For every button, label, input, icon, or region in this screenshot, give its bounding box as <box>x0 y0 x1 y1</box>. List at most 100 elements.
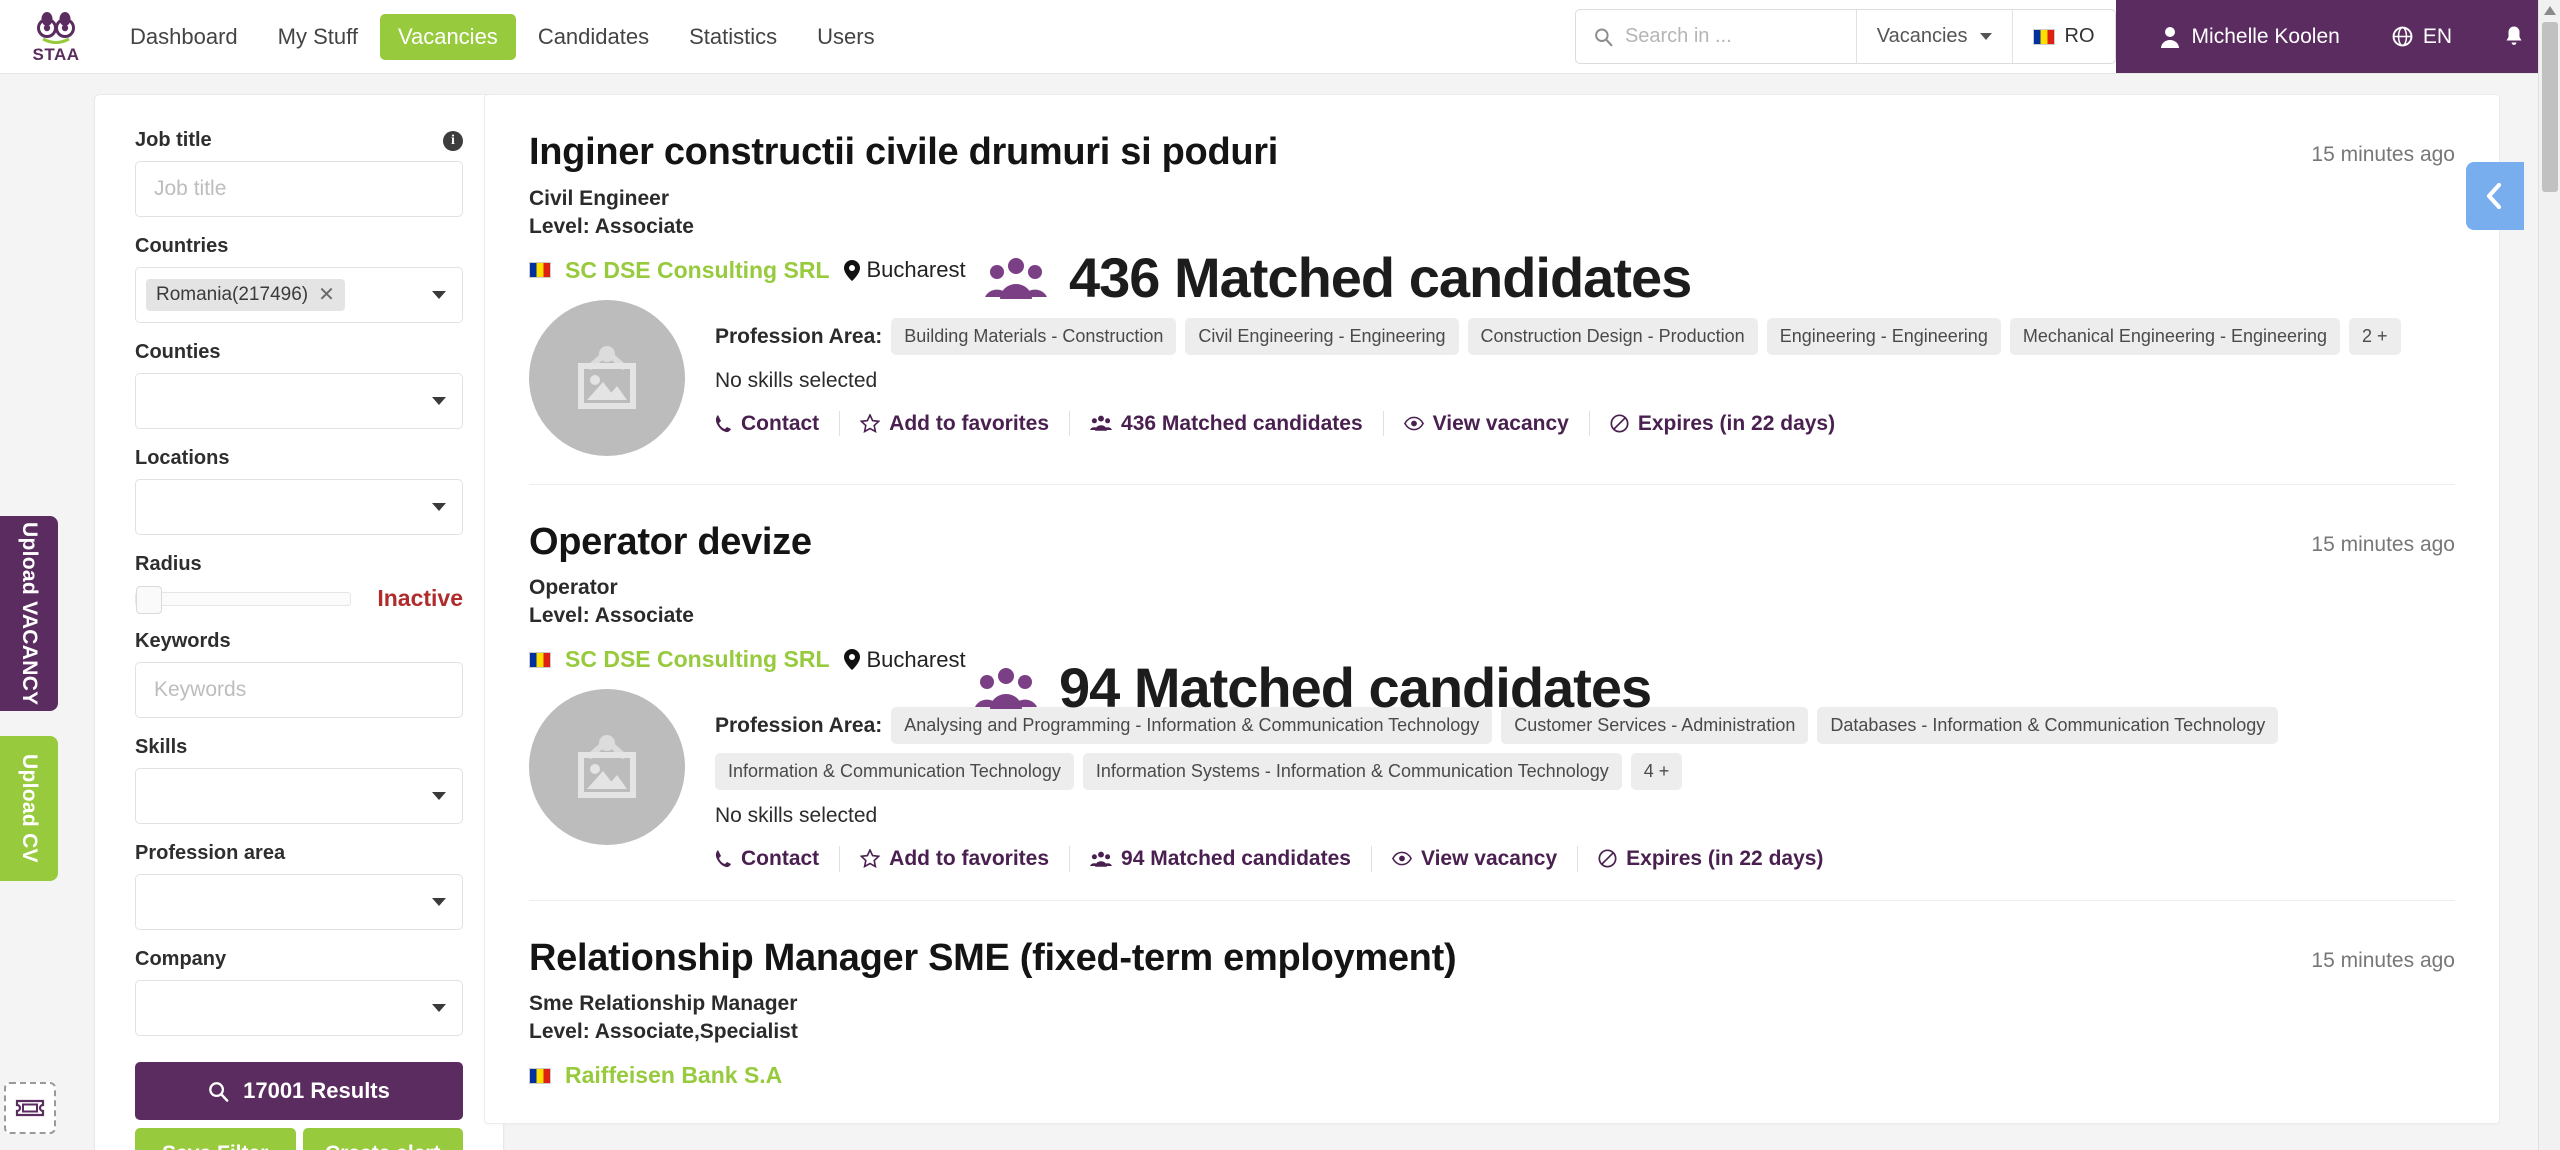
countries-select[interactable]: Romania(217496) ✕ <box>135 267 463 323</box>
profession-area-more-tag[interactable]: 2 + <box>2349 317 2401 355</box>
nav-item-vacancies[interactable]: Vacancies <box>379 13 516 60</box>
expires-action[interactable]: Expires (in 22 days) <box>1578 846 1843 871</box>
remove-country-token-icon[interactable]: ✕ <box>318 285 335 305</box>
search-box <box>1576 10 1856 63</box>
create-alert-button[interactable]: Create alert <box>302 1128 463 1150</box>
filter-counties: Counties <box>135 341 463 429</box>
company-select[interactable] <box>135 980 463 1036</box>
vacancy-location-label: Bucharest <box>866 646 966 672</box>
vacancy-timestamp: 15 minutes ago <box>2311 948 2455 972</box>
info-icon[interactable]: i <box>443 130 463 151</box>
vacancy-title[interactable]: Inginer constructii civile drumuri si po… <box>529 131 1278 175</box>
job-title-input[interactable] <box>135 161 463 217</box>
profession-area-select[interactable] <box>135 874 463 930</box>
vacancy-location: Bucharest <box>843 646 966 673</box>
contact-action[interactable]: Contact <box>715 846 841 872</box>
skills-select[interactable] <box>135 768 463 824</box>
upload-vacancy-tab[interactable]: Upload VACANCY <box>0 516 58 711</box>
language-selector[interactable]: EN <box>2392 25 2452 49</box>
matched-candidates-action[interactable]: 436 Matched candidates <box>1070 410 1384 436</box>
vacancy-company[interactable]: SC DSE Consulting SRL <box>565 646 830 673</box>
profession-area-tag[interactable]: Information & Communication Technology <box>715 753 1074 791</box>
company-label: Company <box>135 948 227 970</box>
upload-cv-tab[interactable]: Upload CV <box>0 736 58 881</box>
profession-area-tag[interactable]: Mechanical Engineering - Engineering <box>2009 317 2341 355</box>
user-menu[interactable]: Michelle Koolen <box>2160 25 2340 49</box>
search-input[interactable] <box>1624 25 1838 48</box>
nav-item-statistics[interactable]: Statistics <box>671 14 795 60</box>
vacancy-card[interactable]: Operator devize Operator Level: Associat… <box>529 485 2455 901</box>
contact-action[interactable]: Contact <box>715 410 841 436</box>
vacancy-card[interactable]: Inginer constructii civile drumuri si po… <box>529 95 2455 485</box>
page-body: Upload VACANCY Upload CV Job title i Cou… <box>0 74 2560 1150</box>
profession-area-tag[interactable]: Databases - Information & Communication … <box>1817 707 2279 745</box>
profession-area-tag[interactable]: Building Materials - Construction <box>891 317 1177 355</box>
view-vacancy-action-label: View vacancy <box>1420 847 1558 871</box>
phone-icon <box>715 414 731 432</box>
vacancy-company[interactable]: SC DSE Consulting SRL <box>565 257 830 284</box>
vacancy-company[interactable]: Raiffeisen Bank S.A <box>565 1062 782 1089</box>
filter-locations: Locations <box>135 447 463 535</box>
locations-select[interactable] <box>135 479 463 535</box>
counties-label: Counties <box>135 341 221 363</box>
view-vacancy-action[interactable]: View vacancy <box>1372 846 1579 872</box>
profession-area-tag[interactable]: Analysing and Programming - Information … <box>891 707 1493 745</box>
profession-area-tag[interactable]: Customer Services - Administration <box>1501 707 1809 745</box>
chevron-down-icon <box>432 1004 446 1012</box>
search-scope-dropdown[interactable]: Vacancies <box>1855 10 2012 63</box>
radius-slider-handle[interactable] <box>136 585 162 614</box>
map-pin-icon <box>843 649 860 671</box>
counties-select[interactable] <box>135 373 463 429</box>
notifications-button[interactable] <box>2504 25 2524 49</box>
matched-candidates-action-label: 94 Matched candidates <box>1121 847 1351 871</box>
user-name-label: Michelle Koolen <box>2191 24 2340 48</box>
filter-radius: Radius Inactive <box>135 553 463 614</box>
vacancy-title[interactable]: Relationship Manager SME (fixed-term emp… <box>529 937 1457 981</box>
vacancy-card[interactable]: Relationship Manager SME (fixed-term emp… <box>529 901 2455 1118</box>
expires-action-label: Expires (in 22 days) <box>1637 411 1836 435</box>
collapse-panel-button[interactable] <box>2466 162 2524 230</box>
profession-area-tag[interactable]: Construction Design - Production <box>1467 317 1758 355</box>
scrollbar-thumb[interactable] <box>2542 22 2558 192</box>
favorites-action[interactable]: Add to favorites <box>840 846 1071 872</box>
expires-action[interactable]: Expires (in 22 days) <box>1590 411 1855 436</box>
profession-area-heading: Profession Area: <box>715 714 883 738</box>
app-logo[interactable]: STAA <box>0 0 112 73</box>
nav-item-candidates[interactable]: Candidates <box>520 14 667 60</box>
user-area: Michelle Koolen EN <box>2115 0 2560 73</box>
profession-area-row: Profession Area: Analysing and Programmi… <box>715 707 2455 791</box>
chevron-down-icon <box>432 503 446 511</box>
nav-item-users[interactable]: Users <box>799 14 892 60</box>
favorites-action[interactable]: Add to favorites <box>840 410 1071 436</box>
keywords-label: Keywords <box>135 630 231 652</box>
widget-toggle-button[interactable] <box>4 1082 56 1134</box>
filter-sidebar: Job title i Countries Romania(217496) ✕ … <box>0 74 504 1150</box>
matched-candidates-action[interactable]: 94 Matched candidates <box>1070 846 1372 872</box>
country-token-label: Romania(217496) <box>156 284 309 305</box>
no-entry-icon <box>1598 849 1617 868</box>
page-scrollbar[interactable] <box>2538 0 2560 1150</box>
scroll-up-arrow-icon[interactable] <box>2544 6 2556 15</box>
results-button[interactable]: 17001 Results <box>135 1062 463 1120</box>
save-filter-button[interactable]: Save Filter <box>135 1128 296 1150</box>
search-scope-label: Vacancies <box>1876 25 1968 47</box>
filter-profession-area: Profession area <box>135 842 463 930</box>
profession-area-tag[interactable]: Information Systems - Information & Comm… <box>1082 753 1622 791</box>
profession-area-more-tag[interactable]: 4 + <box>1630 753 1683 791</box>
romania-flag-icon <box>529 262 551 279</box>
nav-item-dashboard[interactable]: Dashboard <box>112 14 256 60</box>
country-selector[interactable]: RO <box>2011 10 2115 63</box>
keywords-input[interactable] <box>135 662 463 718</box>
vacancy-actions: Contact Add to favorites <box>715 846 2455 872</box>
eye-icon <box>1403 416 1424 431</box>
nav-item-my-stuff[interactable]: My Stuff <box>260 14 376 60</box>
profession-area-tag[interactable]: Civil Engineering - Engineering <box>1185 317 1459 355</box>
top-bar-right: Vacancies RO Michelle Koolen <box>1574 0 2560 73</box>
vacancy-subtitle: Operator <box>529 576 618 600</box>
vacancy-title[interactable]: Operator devize <box>529 521 812 565</box>
view-vacancy-action[interactable]: View vacancy <box>1384 410 1590 436</box>
profession-area-tag[interactable]: Engineering - Engineering <box>1766 317 2001 355</box>
radius-slider[interactable] <box>135 585 352 614</box>
country-token[interactable]: Romania(217496) ✕ <box>146 279 345 311</box>
vacancy-level: Level: Associate,Specialist <box>529 1020 798 1044</box>
